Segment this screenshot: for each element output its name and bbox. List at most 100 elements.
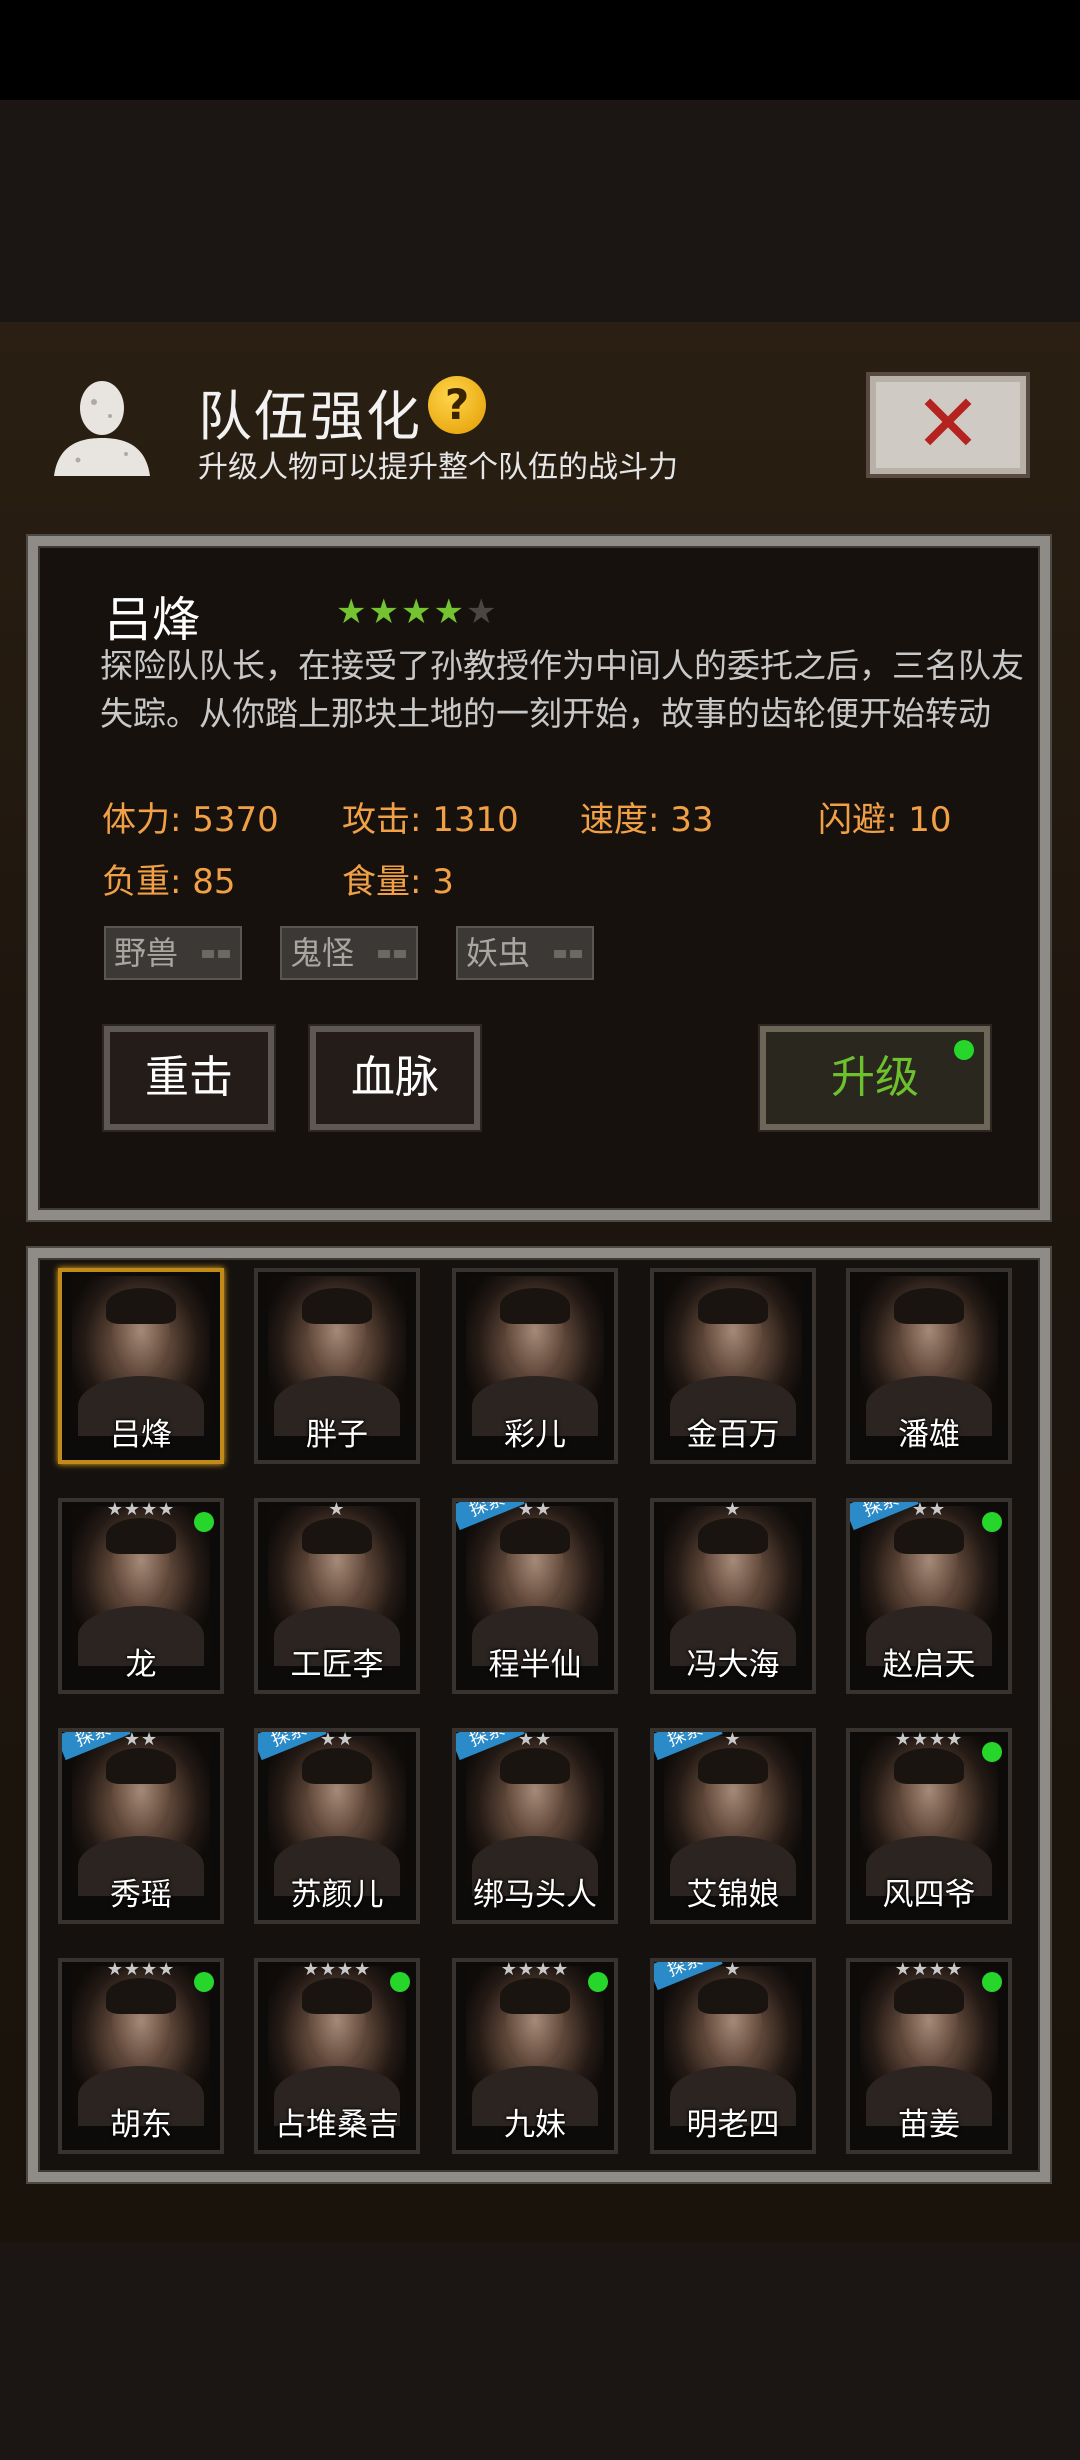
upgrade-available-indicator xyxy=(982,1972,1002,1992)
portrait-hair xyxy=(698,1288,768,1324)
character-portrait xyxy=(466,1966,604,2126)
skill-bloodline-button[interactable]: 血脉 xyxy=(308,1024,482,1132)
roster-card[interactable]: ★ 冯大海 xyxy=(650,1498,816,1694)
top-black-bar xyxy=(0,0,1080,100)
stat-food: 食量: 3 xyxy=(342,862,454,902)
portrait-hair xyxy=(302,1748,372,1784)
stat-load: 负重: 85 xyxy=(102,862,236,902)
portrait-hair xyxy=(894,1978,964,2014)
tag-label: 妖虫 xyxy=(466,934,531,972)
roster-card[interactable]: ★★★★ 风四爷 xyxy=(846,1728,1012,1924)
upgrade-button[interactable]: 升级 xyxy=(758,1024,992,1132)
character-portrait xyxy=(860,1736,998,1896)
roster-card-name: 胖子 xyxy=(306,1417,368,1453)
roster-card-name: 赵启天 xyxy=(882,1647,976,1683)
roster-card[interactable]: 彩儿 xyxy=(452,1268,618,1464)
portrait-hair xyxy=(302,1978,372,2014)
character-portrait xyxy=(466,1276,604,1436)
portrait-hair xyxy=(500,1518,570,1554)
roster-card[interactable]: ★★★★ 占堆桑吉 xyxy=(254,1958,420,2154)
character-portrait xyxy=(466,1736,604,1896)
roster-card[interactable]: ★★★★ 九妹 xyxy=(452,1958,618,2154)
roster-card-name: 绑马头人 xyxy=(473,1877,597,1913)
portrait-hair xyxy=(500,1748,570,1784)
bottom-bar xyxy=(0,2242,1080,2460)
roster-card[interactable]: ★★ 探索 秀瑶 xyxy=(58,1728,224,1924)
character-portrait xyxy=(860,1276,998,1436)
portrait-hair xyxy=(500,1978,570,2014)
page-title: 队伍强化 xyxy=(198,385,422,448)
upgrade-available-indicator xyxy=(194,1972,214,1992)
portrait-hair xyxy=(302,1288,372,1324)
character-portrait xyxy=(860,1506,998,1666)
skill-heavy-strike-button[interactable]: 重击 xyxy=(102,1024,276,1132)
roster-card[interactable]: 潘雄 xyxy=(846,1268,1012,1464)
character-portrait xyxy=(466,1506,604,1666)
roster-card[interactable]: ★★ 探索 赵启天 xyxy=(846,1498,1012,1694)
roster-card-name: 龙 xyxy=(125,1647,157,1683)
roster-card[interactable]: ★ 工匠李 xyxy=(254,1498,420,1694)
roster-card[interactable]: ★★★★ 胡东 xyxy=(58,1958,224,2154)
tag-label: 鬼怪 xyxy=(290,934,355,972)
character-portrait xyxy=(72,1506,210,1666)
upgrade-available-indicator xyxy=(954,1040,974,1060)
roster-card-name: 工匠李 xyxy=(290,1647,384,1683)
character-portrait xyxy=(268,1276,406,1436)
roster-card-name: 胡东 xyxy=(110,2107,172,2143)
portrait-hair xyxy=(302,1518,372,1554)
roster-card-name: 占堆桑吉 xyxy=(275,2107,399,2143)
roster-card-name: 吕烽 xyxy=(110,1417,172,1453)
roster-card-name: 九妹 xyxy=(504,2107,566,2143)
page-subtitle: 升级人物可以提升整个队伍的战斗力 xyxy=(198,450,678,485)
tag-level-bar xyxy=(202,950,232,958)
card-star-rating: ★ xyxy=(724,1499,742,1520)
character-star-rating: ★★★★★ xyxy=(336,594,498,630)
roster-card[interactable]: 金百万 xyxy=(650,1268,816,1464)
character-portrait xyxy=(268,1506,406,1666)
star-icon: ★ xyxy=(465,592,497,632)
close-icon: ✕ xyxy=(914,377,982,470)
tag-level-bar xyxy=(378,950,408,958)
roster-card[interactable]: ★★ 探索 程半仙 xyxy=(452,1498,618,1694)
upgrade-available-indicator xyxy=(982,1742,1002,1762)
portrait-hair xyxy=(106,1288,176,1324)
roster-card[interactable]: ★★★★ 苗姜 xyxy=(846,1958,1012,2154)
character-portrait xyxy=(268,1966,406,2126)
roster-card-name: 程半仙 xyxy=(488,1647,582,1683)
stat-dodge: 闪避: 10 xyxy=(818,800,952,840)
roster-card-name: 明老四 xyxy=(686,2107,780,2143)
roster-card[interactable]: ★★★★ 龙 xyxy=(58,1498,224,1694)
portrait-hair xyxy=(106,1748,176,1784)
roster-card[interactable]: ★★ 探索 苏颜儿 xyxy=(254,1728,420,1924)
roster-card[interactable]: ★ 探索 艾锦娘 xyxy=(650,1728,816,1924)
help-icon[interactable]: ? xyxy=(428,376,486,434)
upgrade-label: 升级 xyxy=(831,1052,919,1103)
roster-card[interactable]: 胖子 xyxy=(254,1268,420,1464)
character-portrait xyxy=(268,1736,406,1896)
card-star-rating: ★ xyxy=(328,1499,346,1520)
person-silhouette-icon xyxy=(54,381,150,476)
roster-card-name: 秀瑶 xyxy=(110,1877,172,1913)
tag-level-bar xyxy=(554,950,584,958)
character-name: 吕烽 xyxy=(104,592,201,648)
roster-card[interactable]: 吕烽 xyxy=(58,1268,224,1464)
close-button[interactable]: ✕ xyxy=(866,372,1030,478)
character-portrait xyxy=(72,1276,210,1436)
tag-label: 野兽 xyxy=(114,934,179,972)
star-icon: ★ xyxy=(336,592,367,632)
character-portrait xyxy=(72,1736,210,1896)
portrait-hair xyxy=(106,1518,176,1554)
portrait-hair xyxy=(698,1518,768,1554)
panel-header: 队伍强化 ? 升级人物可以提升整个队伍的战斗力 ✕ xyxy=(0,322,1080,502)
portrait-hair xyxy=(500,1288,570,1324)
roster-card[interactable]: ★ 探索 明老四 xyxy=(650,1958,816,2154)
roster-card[interactable]: ★★ 探索 绑马头人 xyxy=(452,1728,618,1924)
star-icon: ★ xyxy=(400,592,432,632)
roster-card-name: 潘雄 xyxy=(898,1417,960,1453)
roster-card-name: 苗姜 xyxy=(898,2107,960,2143)
roster-card-name: 苏颜儿 xyxy=(290,1877,384,1913)
roster-card-name: 艾锦娘 xyxy=(686,1877,780,1913)
character-info-panel: 吕烽 ★★★★★ 探险队队长，在接受了孙教授作为中间人的委托之后，三名队友失踪。… xyxy=(26,534,1052,1222)
portrait-hair xyxy=(698,1978,768,2014)
upgrade-available-indicator xyxy=(588,1972,608,1992)
